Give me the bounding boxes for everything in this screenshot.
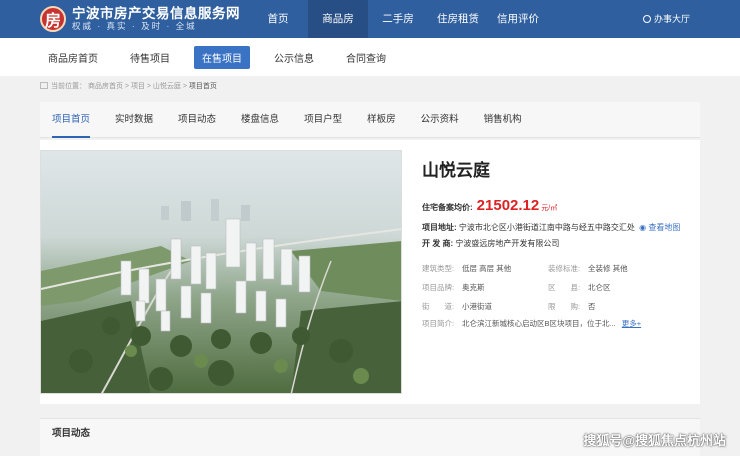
nav-resale[interactable]: 二手房 [368, 0, 428, 38]
brand-value: 奥克斯 [462, 283, 485, 292]
street-value: 小港街道 [462, 302, 492, 311]
project-overview: 山悦云庭 住宅备案均价: 21502.12 元/㎡ 项目地址: 宁波市北仑区小港街道… [40, 140, 700, 404]
price-label: 住宅备案均价: [422, 203, 473, 212]
project-tabs: 项目首页 实时数据 项目动态 楼盘信息 项目户型 样板房 公示资料 销售机构 [40, 102, 700, 138]
developer-value: 宁波盛远房地产开发有限公司 [455, 239, 560, 248]
breadcrumb-current: 项目首页 [188, 83, 217, 90]
subnav-on-sale[interactable]: 在售项目 [194, 45, 250, 69]
subnav-home[interactable]: 商品房首页 [40, 46, 106, 69]
building-type-label: 建筑类型: [422, 264, 455, 273]
breadcrumb: 当前位置： 商品房首页 > 项目 > 山悦云庭 > 项目首页 [0, 76, 740, 98]
site-slogan: 权威 · 真实 · 及时 · 全城 [72, 21, 197, 31]
avg-price: 21502.12 [476, 197, 540, 214]
more-link[interactable]: 更多+ [622, 319, 641, 328]
nav-rental[interactable]: 住房租赁 [428, 0, 488, 38]
site-title: 宁波市房产交易信息服务网 [72, 6, 240, 21]
attribute-grid: 建筑类型: 低层 高层 其他 装修标准: 全装修 其他 项目品牌: 奥克斯 区 县: 北… [422, 259, 692, 329]
purchase-limit-value: 否 [588, 302, 596, 311]
tab-property-info[interactable]: 楼盘信息 [241, 102, 279, 138]
view-map-label: 查看地图 [648, 223, 681, 232]
price-row: 住宅备案均价: 21502.12 元/㎡ [422, 197, 692, 214]
logo-emblem: 房 [40, 6, 66, 32]
tab-realtime-data[interactable]: 实时数据 [115, 102, 153, 138]
developer-row: 开 发 商: 宁波盛远房地产开发有限公司 [422, 238, 692, 249]
nav-credit[interactable]: 信用评价 [488, 0, 548, 38]
nav-home[interactable]: 首页 [248, 0, 308, 38]
tab-sales-agency[interactable]: 销售机构 [484, 102, 522, 138]
breadcrumb-prefix: 当前位置： [51, 83, 86, 90]
office-icon [642, 15, 651, 23]
breadcrumb-item[interactable]: 项目 [131, 83, 145, 90]
price-unit: 元/㎡ [541, 205, 558, 212]
sub-nav: 商品房首页 待售项目 在售项目 公示信息 合同查询 [0, 38, 740, 76]
brand-label: 项目品牌: [422, 283, 455, 292]
tab-public-docs[interactable]: 公示资料 [421, 102, 459, 138]
district-value: 北仑区 [588, 283, 611, 292]
site-logo[interactable]: 房 宁波市房产交易信息服务网 权威 · 真实 · 及时 · 全城 [0, 6, 248, 32]
intro-label: 项目简介: [422, 319, 455, 328]
tab-floor-plans[interactable]: 项目户型 [304, 102, 342, 138]
intro-row: 项目简介: 北仑滨江新城核心启动区B区块项目，位于北... 更多+ [422, 318, 692, 329]
tab-project-news[interactable]: 项目动态 [178, 102, 216, 138]
address-row: 项目地址: 宁波市北仑区小港街道江南中路与经五中路交汇处 ◉ 查看地图 [422, 222, 692, 233]
project-info-panel: 山悦云庭 住宅备案均价: 21502.12 元/㎡ 项目地址: 宁波市北仑区小港街道… [422, 150, 692, 329]
subnav-pending[interactable]: 待售项目 [122, 46, 178, 69]
developer-label: 开 发 商: [422, 239, 454, 248]
site-header: 房 宁波市房产交易信息服务网 权威 · 真实 · 及时 · 全城 首页 商品房 … [0, 0, 740, 38]
decoration-label: 装修标准: [548, 264, 581, 273]
breadcrumb-item[interactable]: 山悦云庭 [153, 83, 181, 90]
watermark: 搜狐号@搜狐焦点杭州站 [583, 433, 726, 448]
purchase-limit-label: 限 购: [548, 302, 581, 311]
tab-show-flat[interactable]: 样板房 [367, 102, 396, 138]
home-icon [40, 82, 48, 89]
address-value: 宁波市北仑区小港街道江南中路与经五中路交汇处 [458, 223, 635, 232]
aerial-rendering [41, 151, 401, 393]
address-label: 项目地址: [422, 223, 457, 232]
office-label: 办事大厅 [653, 14, 690, 24]
intro-text: 北仑滨江新城核心启动区B区块项目，位于北... [462, 319, 616, 328]
tab-project-home[interactable]: 项目首页 [52, 102, 91, 138]
district-label: 区 县: [548, 283, 581, 292]
subnav-contract-query[interactable]: 合同查询 [338, 46, 394, 69]
subnav-public-info[interactable]: 公示信息 [266, 46, 322, 69]
nav-new-homes[interactable]: 商品房 [308, 0, 368, 38]
office-link[interactable]: 办事大厅 [642, 0, 690, 38]
view-map-link[interactable]: ◉ 查看地图 [639, 223, 680, 232]
breadcrumb-item[interactable]: 商品房首页 [88, 83, 123, 90]
main-nav: 首页 商品房 二手房 住房租赁 信用评价 [248, 0, 548, 38]
building-type-value: 低层 高层 其他 [462, 264, 512, 273]
project-aerial-image[interactable] [40, 150, 402, 394]
decoration-value: 全装修 其他 [588, 264, 628, 273]
project-name: 山悦云庭 [422, 161, 490, 180]
street-label: 街 道: [422, 302, 455, 311]
